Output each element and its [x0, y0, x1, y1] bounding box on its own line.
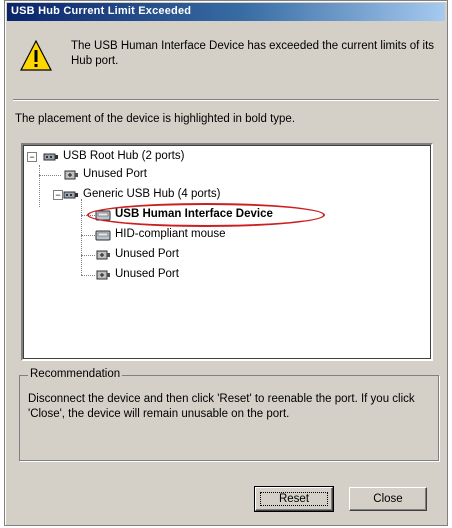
usb-port-icon: [64, 170, 78, 180]
tree-connector: [81, 255, 95, 256]
close-button-label: Close: [373, 493, 403, 505]
collapse-toggle[interactable]: −: [27, 152, 37, 162]
hid-device-icon: [95, 210, 111, 221]
tree-node-label: Unused Port: [115, 248, 179, 260]
tree-node-label: Unused Port: [115, 268, 179, 280]
tree-node-label: USB Human Interface Device: [115, 208, 273, 220]
window-title: USB Hub Current Limit Exceeded: [11, 5, 192, 17]
dialog-window: USB Hub Current Limit Exceeded The USB H…: [4, 0, 448, 526]
tree-node-label: Unused Port: [83, 168, 147, 180]
warning-icon: [20, 39, 52, 71]
title-bar[interactable]: USB Hub Current Limit Exceeded: [7, 3, 445, 21]
tree-connector: [81, 215, 95, 216]
tree-connector: [81, 275, 95, 276]
recommendation-text: Disconnect the device and then click 'Re…: [28, 393, 415, 420]
tree-connector: [81, 235, 95, 236]
recommendation-group: Recommendation Disconnect the device and…: [19, 368, 439, 461]
focus-rect: [260, 492, 328, 506]
tree-connector: [39, 175, 61, 176]
warning-message: The USB Human Interface Device has excee…: [71, 40, 435, 67]
usb-hub-icon: [43, 153, 58, 161]
recommendation-title: Recommendation: [28, 368, 123, 380]
placement-note: The placement of the device is highlight…: [15, 113, 296, 125]
tree-node-label: HID-compliant mouse: [115, 228, 226, 240]
separator: [13, 99, 439, 101]
tree-connector: [39, 165, 40, 207]
device-tree[interactable]: − USB Root Hub (2 ports) Unused Port − G…: [21, 143, 433, 361]
mouse-device-icon: [95, 230, 111, 241]
close-button[interactable]: Close: [349, 487, 427, 511]
tree-connector: [81, 199, 82, 275]
reset-button[interactable]: Reset: [254, 486, 334, 512]
tree-node-label: USB Root Hub (2 ports): [63, 150, 185, 162]
usb-port-icon: [96, 250, 110, 260]
usb-hub-icon: [63, 191, 78, 199]
usb-port-icon: [96, 270, 110, 280]
collapse-toggle[interactable]: −: [53, 190, 63, 200]
tree-node-label: Generic USB Hub (4 ports): [83, 188, 221, 200]
